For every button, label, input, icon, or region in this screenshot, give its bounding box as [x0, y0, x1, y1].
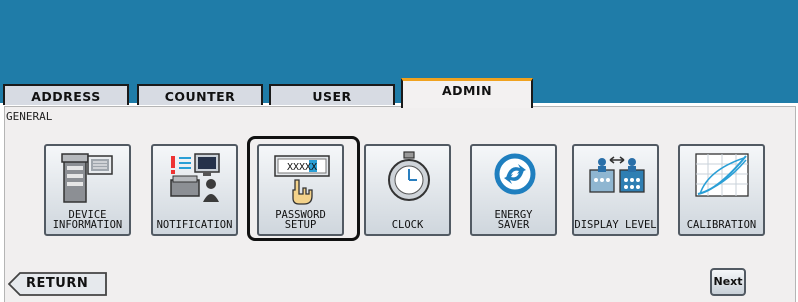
notification-button[interactable]: NOTIFICATION — [151, 144, 238, 236]
tab-admin[interactable]: ADMIN — [401, 78, 533, 108]
device-information-button[interactable]: DEVICE INFORMATION — [44, 144, 131, 236]
tab-user[interactable]: USER — [269, 84, 395, 105]
section-title: GENERAL — [6, 110, 53, 123]
display-level-icon — [589, 156, 645, 193]
stopwatch-icon — [388, 151, 430, 201]
tab-counter[interactable]: COUNTER — [137, 84, 263, 105]
energy-saver-button[interactable]: ENERGY SAVER — [470, 144, 557, 236]
clock-button[interactable]: CLOCK — [364, 144, 451, 236]
tile-label: DEVICE INFORMATION — [52, 209, 123, 231]
tile-label: NOTIFICATION — [156, 219, 233, 231]
tab-bar: ADDRESS COUNTER USER ADMIN — [0, 78, 798, 108]
tile-label: ENERGY SAVER — [494, 209, 533, 231]
selection-highlight — [247, 136, 360, 241]
calibration-button[interactable]: CALIBRATION — [678, 144, 765, 236]
tile-label: CALIBRATION — [686, 219, 757, 231]
tile-label: CLOCK — [391, 219, 424, 231]
return-button[interactable]: RETURN — [8, 272, 108, 296]
energy-saver-icon — [494, 153, 536, 195]
notification-icon — [170, 153, 220, 202]
calibration-icon — [695, 153, 749, 197]
tile-label: DISPLAY LEVEL — [574, 219, 657, 231]
tab-address[interactable]: ADDRESS — [3, 84, 129, 105]
display-level-button[interactable]: DISPLAY LEVEL — [572, 144, 659, 236]
device-information-icon — [61, 153, 113, 203]
next-button[interactable]: Next — [710, 268, 746, 296]
return-label: RETURN — [26, 276, 89, 291]
